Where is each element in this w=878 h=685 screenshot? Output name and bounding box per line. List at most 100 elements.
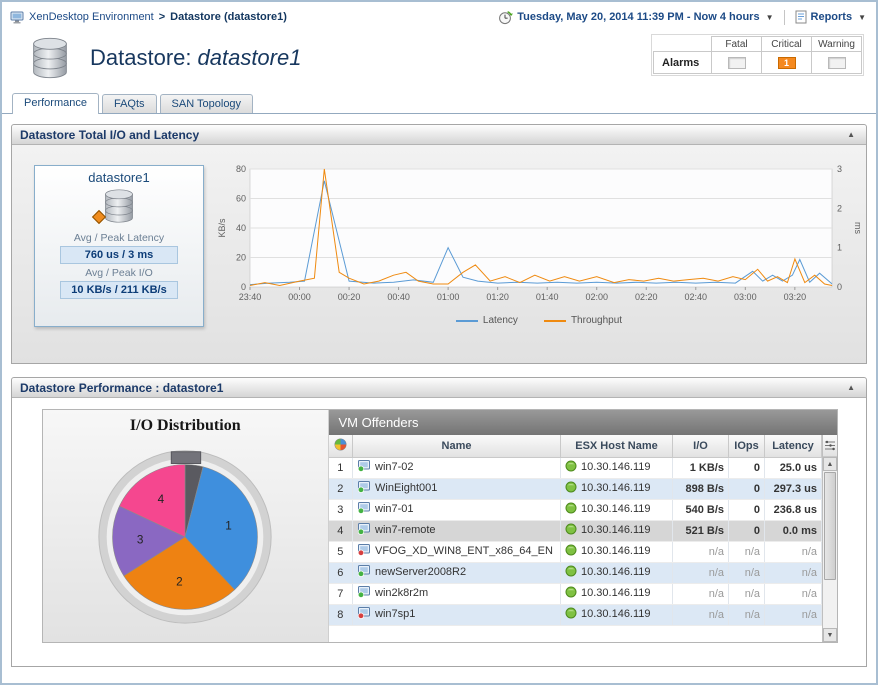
warning-count [828,57,846,69]
esx-host-icon [565,544,577,559]
svg-text:01:40: 01:40 [536,292,559,302]
iops-cell: 0 [729,499,765,520]
vm-name-cell: VFOG_XD_WIN8_ENT_x86_64_EN [353,541,561,562]
latency-swatch [456,320,478,322]
svg-text:1: 1 [225,520,232,533]
svg-text:KB/s: KB/s [217,218,227,238]
fatal-alarm-cell[interactable] [712,52,762,74]
io-cell: 1 KB/s [673,457,729,478]
vm-offenders-area: VM Offenders Name ESX H [329,410,838,642]
iops-cell: 0 [729,457,765,478]
time-range-control[interactable]: Tuesday, May 20, 2014 11:39 PM - Now 4 h… [517,11,759,23]
reports-button[interactable]: Reports [811,11,853,23]
vm-name-cell: win7-02 [353,457,561,478]
scroll-track[interactable] [823,471,837,628]
legend-latency: Latency [456,315,518,326]
svg-text:02:20: 02:20 [635,292,658,302]
column-header-latency[interactable]: Latency [765,435,822,457]
svg-text:03:20: 03:20 [784,292,807,302]
latency-cell: n/a [765,604,822,625]
column-header-io[interactable]: I/O [673,435,729,457]
topbar-right: Tuesday, May 20, 2014 11:39 PM - Now 4 h… [498,10,866,25]
io-distribution-pie[interactable]: 1234 [92,441,278,627]
row-number: 3 [329,499,353,520]
page-header: Datastore:datastore1 Fatal Critical Warn… [2,32,876,90]
column-header-esx-host[interactable]: ESX Host Name [561,435,673,457]
breadcrumb-root-link[interactable]: XenDesktop Environment [29,11,154,23]
column-customizer-icon[interactable] [823,435,837,457]
esx-host-cell: 10.30.146.119 [561,478,673,499]
legend-wheel-icon[interactable] [329,435,353,457]
svg-text:1: 1 [837,243,842,253]
latency-cell: 236.8 us [765,499,822,520]
critical-count: 1 [778,57,796,69]
column-header-name[interactable]: Name [353,435,561,457]
vm-name-cell: win7-remote [353,520,561,541]
warning-alarm-cell[interactable] [812,52,862,74]
scroll-down-button[interactable]: ▼ [823,628,837,642]
vm-name-cell: WinEight001 [353,478,561,499]
time-range-caret-icon[interactable]: ▼ [766,13,774,22]
latency-label: Avg / Peak Latency [35,232,203,244]
io-cell: n/a [673,604,729,625]
vm-table-row[interactable]: 6newServer2008R210.30.146.119n/an/an/a [329,562,822,583]
page: XenDesktop Environment > Datastore (data… [0,0,878,685]
tab-performance[interactable]: Performance [12,93,99,114]
chart-legend: Latency Throughput [214,315,864,326]
esx-host-icon [565,523,577,538]
vm-table-row[interactable]: 7win2k8r2m10.30.146.119n/an/an/a [329,583,822,604]
io-cell: 540 B/s [673,499,729,520]
vm-table-row[interactable]: 1win7-0210.30.146.1191 KB/s025.0 us [329,457,822,478]
vm-table-row[interactable]: 5VFOG_XD_WIN8_ENT_x86_64_EN10.30.146.119… [329,541,822,562]
alarms-col-fatal: Fatal [712,37,762,52]
vm-icon [357,481,371,496]
row-number: 2 [329,478,353,499]
scroll-up-button[interactable]: ▲ [823,457,837,471]
column-header-iops[interactable]: IOps [729,435,765,457]
vm-table-row[interactable]: 8win7sp110.30.146.119n/an/an/a [329,604,822,625]
io-label: Avg / Peak I/O [35,267,203,279]
critical-alarm-cell[interactable]: 1 [762,52,812,74]
vm-table-row[interactable]: 2WinEight00110.30.146.119898 B/s0297.3 u… [329,478,822,499]
collapse-io-panel-button[interactable]: ▲ [844,130,858,139]
reports-icon [795,10,807,24]
performance-inner-box: I/O Distribution 1234 VM Offenders [42,409,838,643]
latency-cell: n/a [765,541,822,562]
svg-text:00:00: 00:00 [288,292,311,302]
iops-cell: 0 [729,478,765,499]
svg-text:00:40: 00:40 [387,292,410,302]
reports-caret-icon[interactable]: ▼ [858,13,866,22]
performance-panel-title-bar: Datastore Performance : datastore1 ▲ [12,378,866,398]
scroll-thumb[interactable] [824,472,836,580]
datastore-card[interactable]: datastore1 [34,165,204,327]
breadcrumb-current: Datastore (datastore1) [170,11,287,23]
esx-host-cell: 10.30.146.119 [561,562,673,583]
vm-table-scrollbar[interactable]: ▲ ▼ [822,435,837,642]
svg-text:01:20: 01:20 [486,292,509,302]
throughput-swatch [544,320,566,322]
svg-text:40: 40 [236,223,246,233]
io-latency-panel-title-bar: Datastore Total I/O and Latency ▲ [12,125,866,145]
vm-table-row[interactable]: 4win7-remote10.30.146.119521 B/s00.0 ms [329,520,822,541]
card-datastore-icon [99,188,139,224]
esx-host-cell: 10.30.146.119 [561,520,673,541]
io-cell: 898 B/s [673,478,729,499]
title-object-name: datastore1 [198,45,302,70]
esx-host-icon [565,586,577,601]
svg-text:03:00: 03:00 [734,292,757,302]
vm-name-cell: newServer2008R2 [353,562,561,583]
row-number: 7 [329,583,353,604]
tab-faqts[interactable]: FAQts [102,94,157,113]
tab-san-topology[interactable]: SAN Topology [160,94,254,113]
svg-text:00:20: 00:20 [338,292,361,302]
collapse-performance-panel-button[interactable]: ▲ [844,383,858,392]
svg-text:02:40: 02:40 [685,292,708,302]
latency-cell: 297.3 us [765,478,822,499]
alarms-blank-cell [654,37,712,52]
top-bar: XenDesktop Environment > Datastore (data… [2,2,876,32]
alarms-table: Fatal Critical Warning Alarms 1 [653,36,862,74]
card-datastore-name: datastore1 [35,166,203,185]
io-distribution-title: I/O Distribution [130,417,241,435]
vm-table-header-row: Name ESX Host Name I/O IOps Latency [329,435,822,457]
vm-table-row[interactable]: 3win7-0110.30.146.119540 B/s0236.8 us [329,499,822,520]
